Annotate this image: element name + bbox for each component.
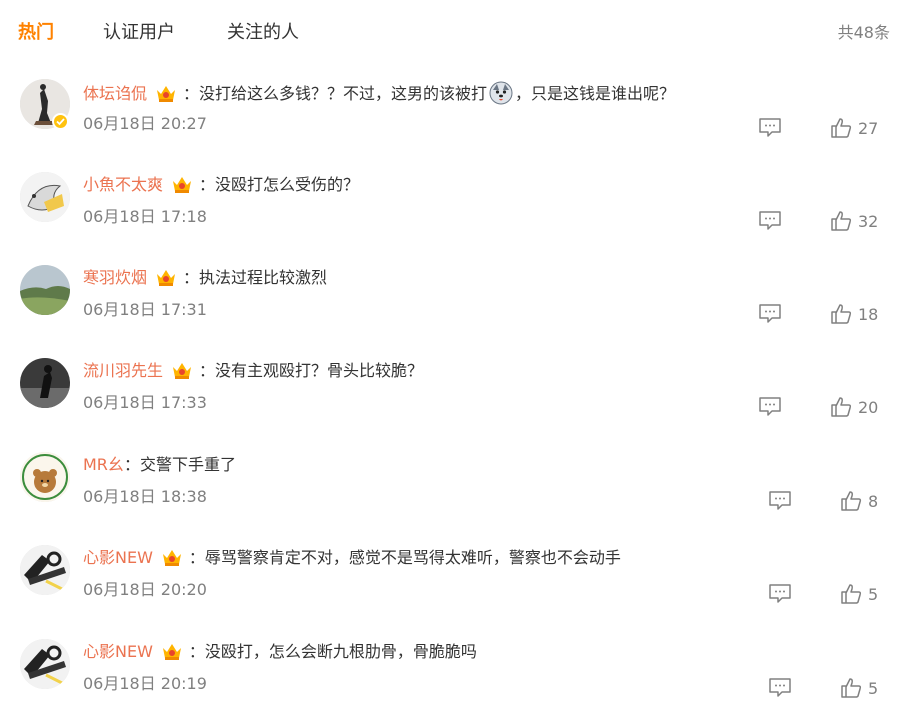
verified-badge-icon [52,113,69,130]
comment-content: 流川羽先生 ：没有主观殴打？骨头比较脆？ [83,360,423,382]
comment-text: 没有主观殴打？骨头比较脆？ [215,361,424,380]
comment-item: MR幺：交警下手重了 06月18日 18:38 8 [0,452,911,544]
comment-username[interactable]: MR幺 [83,455,124,474]
comment-username[interactable]: 心影NEW [83,548,153,567]
comment-item: 心影NEW ：辱骂警察肯定不对，感觉不是骂得太难听，警察也不会动手 06月18日 … [0,545,911,637]
comment-separator: ： [183,268,200,287]
comment-filter-tabs: 热门 认证用户 关注的人 共48条 [0,0,911,66]
thumb-up-icon [830,396,852,418]
comment-text-continued: ，只是这钱是谁出呢？ [515,84,676,103]
like-count: 5 [868,679,879,698]
comment-content: 心影NEW ：辱骂警察肯定不对，感觉不是骂得太难听，警察也不会动手 [83,547,621,569]
comment-username[interactable]: 流川羽先生 [83,361,163,380]
comment-username[interactable]: 寒羽炊烟 [83,268,147,287]
comment-text: 交警下手重了 [139,455,236,474]
comment-total-count: 共48条 [837,23,890,42]
comment-timestamp: 06月18日 20:27 [83,114,207,133]
comment-timestamp: 06月18日 17:31 [83,300,207,319]
comment-content: 体坛诌侃 ：没打给这么多钱？？不过，这男的该被打 ，只是这钱是谁出呢？ [83,81,675,105]
comment-item: 心影NEW ：没殴打，怎么会断九根肋骨，骨脆脆吗 06月18日 20:19 5 [0,639,911,709]
thumb-up-icon [840,583,862,605]
avatar[interactable] [20,452,70,502]
comment-username[interactable]: 小魚不太爽 [83,175,163,194]
tab-hot[interactable]: 热门 [18,21,54,45]
comment-separator: ： [188,548,205,567]
comment-item: 寒羽炊烟 ：执法过程比较激烈 06月18日 17:31 18 [0,265,911,357]
crown-badge-icon [171,174,193,194]
comment-content: MR幺：交警下手重了 [83,454,236,476]
reply-icon[interactable] [758,303,782,325]
comment-text: 没打给这么多钱？？不过，这男的该被打 [199,84,488,103]
comment-text: 没殴打怎么受伤的？ [215,175,360,194]
tab-verified-users[interactable]: 认证用户 [103,21,175,45]
reply-icon[interactable] [768,583,792,605]
comment-timestamp: 06月18日 20:19 [83,674,207,693]
comment-username[interactable]: 体坛诌侃 [83,84,147,103]
comment-item: 流川羽先生 ：没有主观殴打？骨头比较脆？ 06月18日 17:33 20 [0,358,911,450]
reply-icon[interactable] [768,490,792,512]
comment-timestamp: 06月18日 17:18 [83,207,207,226]
like-count: 18 [858,305,879,324]
thumb-up-icon [830,117,852,139]
comment-separator: ： [199,175,216,194]
tab-following[interactable]: 关注的人 [227,21,299,45]
avatar[interactable] [20,358,70,408]
husky-emoji-icon [489,81,513,105]
crown-badge-icon [155,267,177,287]
comment-separator: ： [123,455,140,474]
crown-badge-icon [171,360,193,380]
like-count: 20 [858,398,879,417]
avatar[interactable] [20,172,70,222]
comment-timestamp: 06月18日 20:20 [83,580,207,599]
reply-icon[interactable] [758,396,782,418]
reply-icon[interactable] [758,117,782,139]
avatar[interactable] [20,545,70,595]
comment-content: 寒羽炊烟 ：执法过程比较激烈 [83,267,327,289]
comment-separator: ： [183,84,200,103]
like-count: 5 [868,585,879,604]
comment-item: 体坛诌侃 ：没打给这么多钱？？不过，这男的该被打 ，只是这钱是谁出呢？ 06月18日… [0,79,911,171]
thumb-up-icon [840,677,862,699]
crown-badge-icon [155,83,177,103]
comment-timestamp: 06月18日 18:38 [83,487,207,506]
comment-text: 辱骂警察肯定不对，感觉不是骂得太难听，警察也不会动手 [204,548,621,567]
avatar[interactable] [20,265,70,315]
like-count: 27 [858,119,879,138]
crown-badge-icon [161,547,183,567]
comment-item: 小魚不太爽 ：没殴打怎么受伤的？ 06月18日 17:18 32 [0,172,911,264]
comment-separator: ： [188,642,205,661]
like-count: 8 [868,492,879,511]
reply-icon[interactable] [768,677,792,699]
like-count: 32 [858,212,879,231]
comment-text: 执法过程比较激烈 [199,268,328,287]
thumb-up-icon [830,210,852,232]
comment-content: 小魚不太爽 ：没殴打怎么受伤的？ [83,174,359,196]
avatar[interactable] [20,639,70,689]
thumb-up-icon [830,303,852,325]
crown-badge-icon [161,641,183,661]
reply-icon[interactable] [758,210,782,232]
comment-username[interactable]: 心影NEW [83,642,153,661]
comment-separator: ： [199,361,216,380]
comment-content: 心影NEW ：没殴打，怎么会断九根肋骨，骨脆脆吗 [83,641,477,663]
comment-timestamp: 06月18日 17:33 [83,393,207,412]
thumb-up-icon [840,490,862,512]
comment-text: 没殴打，怎么会断九根肋骨，骨脆脆吗 [204,642,477,661]
